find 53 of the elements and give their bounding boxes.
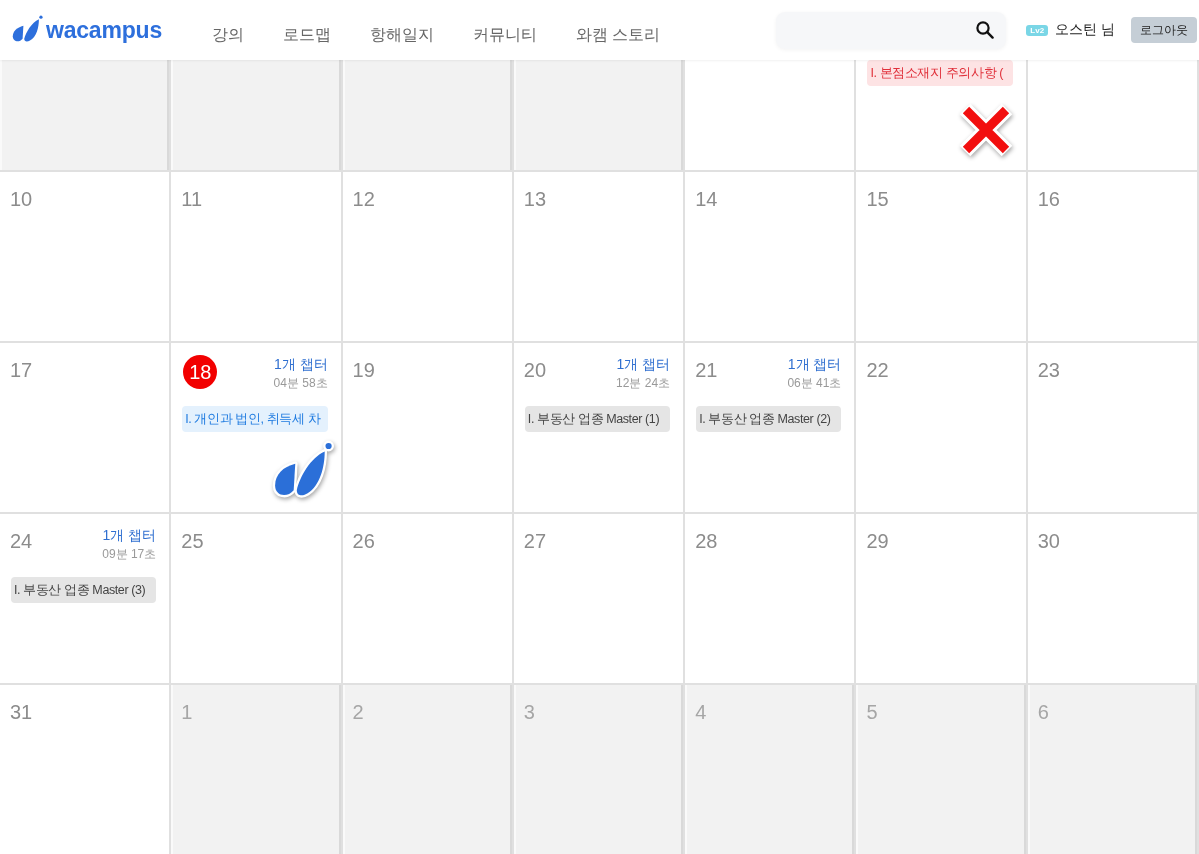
user-name: 오스틴 님 <box>1055 21 1115 39</box>
day-number: 23 <box>1037 358 1060 383</box>
day-number: 3 <box>523 700 535 725</box>
day-number: 14 <box>695 187 718 212</box>
level-badge: Lv2 <box>1026 24 1049 36</box>
nav-link[interactable]: 커뮤니티 <box>473 24 537 46</box>
study-time: 12분 24초 <box>616 375 671 391</box>
lesson-chip[interactable]: I. 본점소재지 주의사항 ( <box>867 60 1013 86</box>
day-number: 28 <box>695 529 718 554</box>
day-number: 27 <box>523 529 547 554</box>
lesson-chip[interactable]: I. 부동산 업종 Master (3) <box>11 577 157 603</box>
day-number: 24 <box>10 529 33 554</box>
chapter-count[interactable]: 1개 챕터 <box>273 355 328 373</box>
day-number: 30 <box>1037 529 1060 554</box>
day-number: 4 <box>695 700 707 725</box>
day-number: 2 <box>352 700 364 725</box>
day-number: 19 <box>352 358 375 383</box>
day-number: 12 <box>352 187 375 212</box>
chapter-count[interactable]: 1개 챕터 <box>616 355 671 373</box>
day-number: 31 <box>10 700 33 725</box>
day-number: 1 <box>181 700 193 725</box>
day-number: 13 <box>523 187 547 212</box>
day-number: 22 <box>866 358 889 383</box>
nav-link[interactable]: 로드맵 <box>283 24 331 46</box>
lesson-chip[interactable]: I. 부동산 업종 Master (1) <box>524 406 671 432</box>
study-time: 04분 58초 <box>273 375 328 391</box>
search-icon[interactable] <box>976 21 995 39</box>
study-time: 09분 17초 <box>102 546 157 562</box>
day-number: 15 <box>866 187 889 212</box>
nav-link[interactable]: 강의 <box>212 24 244 46</box>
logo-icon <box>12 14 43 43</box>
home-logo-link[interactable]: wacampus <box>12 14 162 46</box>
day-number: 10 <box>10 187 33 212</box>
nav-link[interactable]: 와캠 스토리 <box>576 24 661 46</box>
lesson-chip[interactable]: I. 개인과 법인, 취득세 차 <box>182 406 328 432</box>
chapter-count[interactable]: 1개 챕터 <box>102 526 157 544</box>
day-number: 21 <box>695 358 718 383</box>
day-number: 20 <box>523 358 547 383</box>
day-number: 17 <box>10 358 33 383</box>
search-field[interactable] <box>776 11 1007 49</box>
day-number: 5 <box>866 700 878 725</box>
day-number: 18 <box>183 355 218 389</box>
day-number: 26 <box>352 529 375 554</box>
study-time: 06분 41초 <box>787 375 842 391</box>
day-number: 25 <box>181 529 204 554</box>
day-number: 29 <box>866 529 889 554</box>
lesson-chip[interactable]: I. 부동산 업종 Master (2) <box>696 406 842 432</box>
chapter-count[interactable]: 1개 챕터 <box>787 355 842 373</box>
nav-link[interactable]: 항해일지 <box>370 24 434 46</box>
day-number: 6 <box>1037 700 1049 725</box>
day-number: 11 <box>181 187 203 212</box>
day-number: 16 <box>1037 187 1060 212</box>
logout-button[interactable]: 로그아웃 <box>1131 17 1197 43</box>
